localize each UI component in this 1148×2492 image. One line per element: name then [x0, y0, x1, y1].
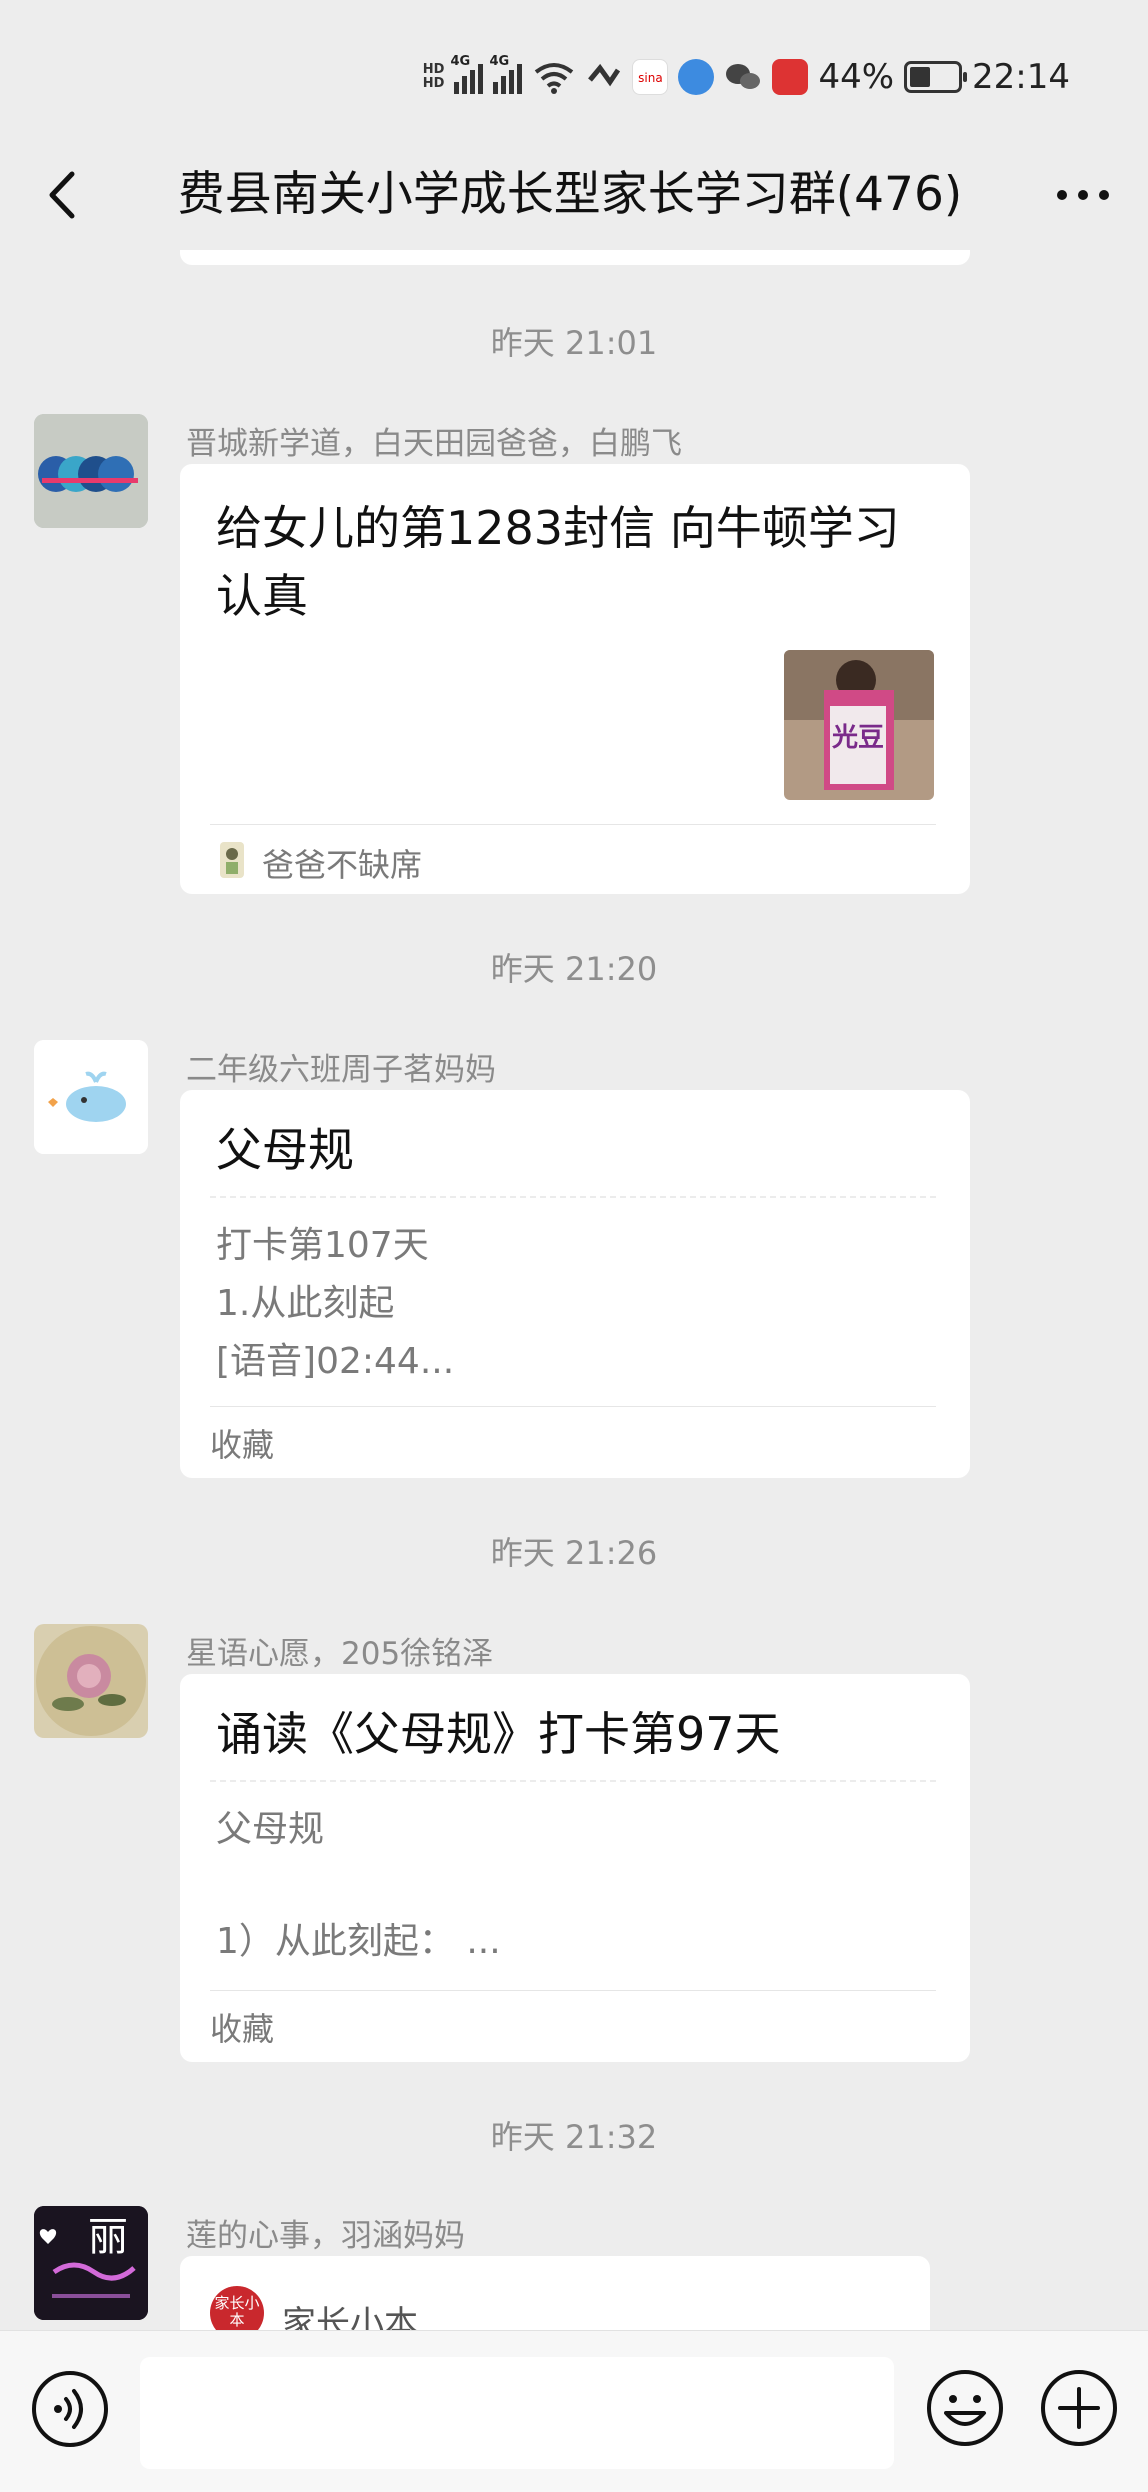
battery-percent: 44%	[818, 57, 895, 97]
whale-avatar-image	[34, 1040, 148, 1154]
mini-program-icon: 家长小本	[210, 2286, 264, 2330]
cellular-signal-icon-1: 4G	[450, 54, 484, 94]
input-bar	[0, 2330, 1148, 2492]
network-type-label: 4G	[489, 54, 510, 69]
note-title: 父母规	[216, 1123, 354, 1177]
sender-name: 二年级六班周子茗妈妈	[186, 1052, 496, 1088]
sender-name: 莲的心事，羽涵妈妈	[186, 2218, 465, 2254]
network-type-label: 4G	[450, 54, 471, 69]
message-card-partial[interactable]	[180, 250, 970, 265]
favorites-label: 收藏	[210, 1426, 275, 1464]
emoji-button[interactable]	[924, 2367, 1006, 2449]
wechat-icon	[726, 64, 761, 89]
cellular-signal-icon-2: 4G	[489, 54, 523, 94]
neon-avatar-image: 丽	[34, 2206, 148, 2320]
thumbnail-text: 光豆	[831, 723, 884, 753]
back-button[interactable]	[30, 160, 100, 230]
voice-button[interactable]	[30, 2369, 110, 2449]
mini-program-icon-text: 家长小本	[214, 2294, 260, 2329]
more-dots-icon	[1057, 190, 1109, 200]
avatar[interactable]	[34, 1040, 148, 1154]
chevron-left-icon	[49, 171, 75, 219]
sender-name: 星语心愿，205徐铭泽	[186, 1636, 494, 1672]
sina-app-icon: sina	[632, 59, 669, 95]
nfc-icon	[588, 63, 621, 87]
plus-circle-icon	[1041, 2370, 1117, 2446]
favorites-label: 收藏	[210, 2010, 275, 2048]
study-app-icon	[772, 59, 809, 95]
divider	[210, 1990, 936, 1991]
chat-scroll-area[interactable]: 昨天 21:01 晋城新学道，白天田园爸爸，白鹏飞 给女儿的第1283封信 向牛…	[0, 250, 1148, 2330]
timestamp: 昨天 21:20	[490, 950, 658, 988]
note-card[interactable]: 诵读《父母规》打卡第97天 父母规 1）从此刻起： ... 收藏	[180, 1674, 970, 2062]
article-title: 给女儿的第1283封信 向牛顿学习认真	[216, 501, 900, 623]
status-icons: HD HD 4G 4G sina 44% 22:14	[423, 52, 1070, 102]
article-card[interactable]: 给女儿的第1283封信 向牛顿学习认真 光豆 爸爸不缺席	[180, 464, 970, 894]
nav-bar: 费县南关小学成长型家长学习群(476)	[0, 140, 1148, 250]
avatar[interactable]	[34, 1624, 148, 1738]
avatar-badges-image	[34, 414, 148, 528]
more-functions-button[interactable]	[1038, 2367, 1120, 2449]
smiley-icon	[927, 2370, 1003, 2446]
battery-icon	[904, 61, 968, 93]
avatar[interactable]: 丽	[34, 2206, 148, 2320]
note-card[interactable]: 父母规 打卡第107天 1.从此刻起 [语音]02:44... 收藏	[180, 1090, 970, 1478]
child-holding-paper-image: 光豆	[784, 650, 934, 800]
note-line: [语音]02:44...	[216, 1341, 455, 1382]
divider	[210, 1196, 936, 1198]
voice-icon	[32, 2371, 108, 2447]
sender-name: 晋城新学道，白天田园爸爸，白鹏飞	[186, 426, 682, 462]
wifi-icon	[535, 63, 574, 94]
clock: 22:14	[972, 57, 1070, 97]
chat-title: 费县南关小学成长型家长学习群(476)	[177, 167, 963, 222]
official-account-icon	[218, 840, 246, 880]
timestamp: 昨天 21:01	[490, 324, 658, 362]
message-input[interactable]	[140, 2357, 894, 2469]
avatar[interactable]	[34, 414, 148, 528]
note-line: 1）从此刻起： ...	[216, 1921, 501, 1962]
divider	[210, 1780, 936, 1782]
mini-program-name: 家长小本	[282, 2304, 418, 2330]
mini-program-card[interactable]: 家长小本 家长小本	[180, 2256, 930, 2330]
avatar-text: 丽	[88, 2214, 128, 2260]
source-account-name: 爸爸不缺席	[262, 846, 423, 884]
note-line: 父母规	[216, 1809, 325, 1850]
timestamp: 昨天 21:32	[490, 2118, 658, 2156]
divider	[210, 1406, 936, 1407]
hd-icon: HD HD	[422, 62, 445, 91]
divider	[210, 824, 936, 825]
note-line: 1.从此刻起	[216, 1283, 395, 1324]
status-bar: HD HD 4G 4G sina 44% 22:14	[0, 0, 1148, 140]
note-title: 诵读《父母规》打卡第97天	[216, 1707, 781, 1761]
timestamp: 昨天 21:26	[490, 1534, 658, 1572]
article-thumbnail: 光豆	[784, 650, 934, 800]
peony-avatar-image	[34, 1624, 148, 1738]
note-line: 打卡第107天	[216, 1225, 429, 1266]
more-button[interactable]	[1048, 160, 1118, 230]
browser-app-icon	[678, 59, 715, 95]
